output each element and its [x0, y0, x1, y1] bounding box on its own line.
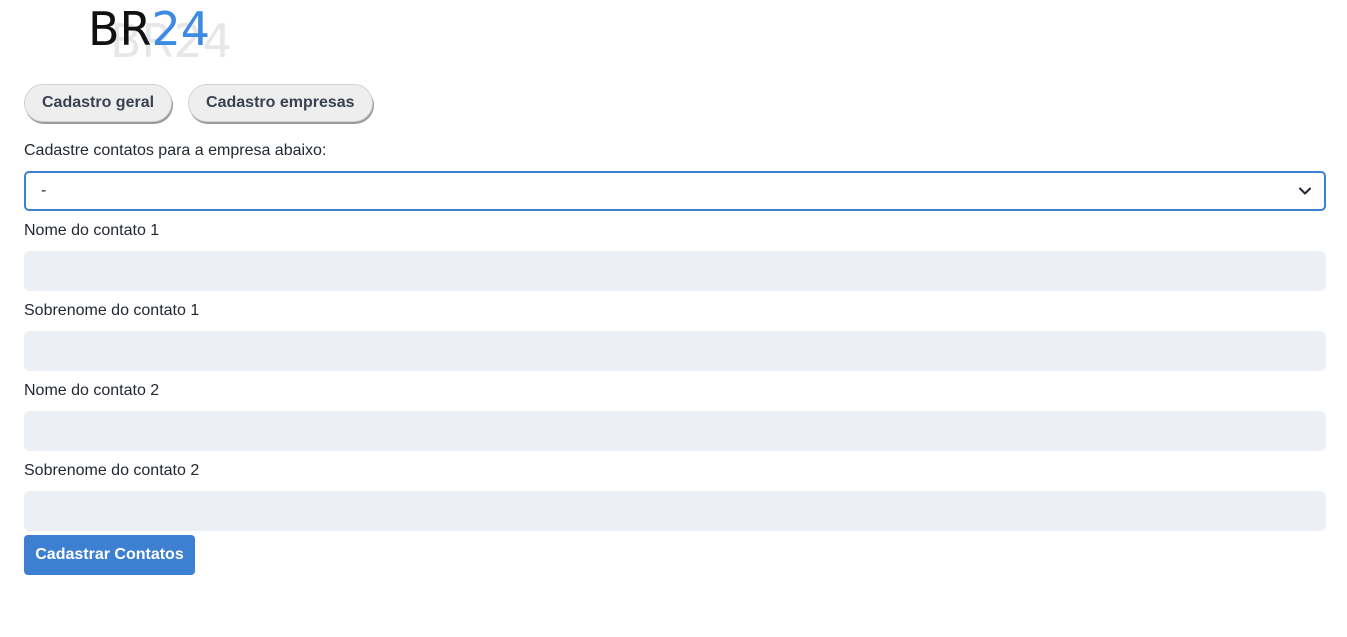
logo: BR24 BR24 [88, 0, 238, 70]
company-select[interactable]: - [24, 171, 1326, 211]
contact2-last-name-input[interactable] [24, 491, 1326, 531]
company-select-label: Cadastre contatos para a empresa abaixo: [24, 142, 327, 159]
tab-cadastro-geral[interactable]: Cadastro geral [24, 84, 173, 122]
logo-number: 24 [151, 2, 211, 56]
contact1-first-name-label: Nome do contato 1 [24, 222, 160, 239]
company-select-value: - [41, 182, 47, 199]
contact2-last-name-label: Sobrenome do contato 2 [24, 462, 200, 479]
logo-text: BR24 [88, 2, 210, 56]
contact2-first-name-label: Nome do contato 2 [24, 382, 160, 399]
contact1-first-name-input[interactable] [24, 251, 1326, 291]
tab-cadastro-empresas[interactable]: Cadastro empresas [188, 84, 373, 122]
chevron-down-icon [1298, 184, 1312, 198]
contact1-last-name-input[interactable] [24, 331, 1326, 371]
contact2-first-name-input[interactable] [24, 411, 1326, 451]
logo-br: BR [88, 2, 152, 56]
register-contacts-button[interactable]: Cadastrar Contatos [24, 535, 195, 575]
nav-tabs: Cadastro geral Cadastro empresas [24, 84, 373, 122]
contact1-last-name-label: Sobrenome do contato 1 [24, 302, 200, 319]
